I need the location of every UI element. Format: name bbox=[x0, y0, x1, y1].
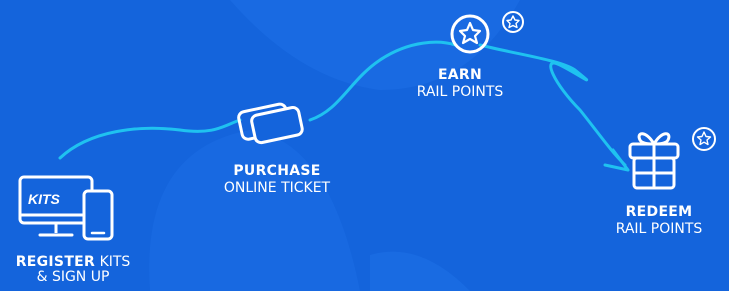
journey-path-line bbox=[58, 40, 627, 167]
earn-subtitle: RAIL POINTS bbox=[416, 84, 504, 101]
earn-step: EARN RAIL POINTS bbox=[400, 67, 520, 101]
journey-banner: KITS REGISTER KITS & SIGN UP PURCHASE ON… bbox=[0, 0, 729, 291]
earn-title: EARN bbox=[437, 67, 483, 83]
kits-logo-text: KITS bbox=[28, 191, 61, 207]
purchase-step: PURCHASE ONLINE TICKET bbox=[202, 163, 352, 197]
star-badge-icon bbox=[450, 11, 524, 54]
ticket-icon bbox=[237, 102, 304, 145]
register-title: REGISTER bbox=[15, 254, 96, 270]
register-step: REGISTER KITS & SIGN UP bbox=[4, 254, 142, 286]
redeem-step: REDEEM RAIL POINTS bbox=[596, 204, 722, 238]
computer-phone-kits-icon: KITS bbox=[18, 175, 114, 241]
redeem-title: REDEEM bbox=[625, 204, 693, 220]
gift-icon bbox=[628, 127, 716, 190]
purchase-title: PURCHASE bbox=[233, 163, 321, 179]
register-subtitle: & SIGN UP bbox=[36, 269, 110, 286]
register-title-suffix: KITS bbox=[99, 254, 131, 270]
purchase-subtitle: ONLINE TICKET bbox=[223, 180, 331, 197]
redeem-subtitle: RAIL POINTS bbox=[615, 221, 703, 238]
